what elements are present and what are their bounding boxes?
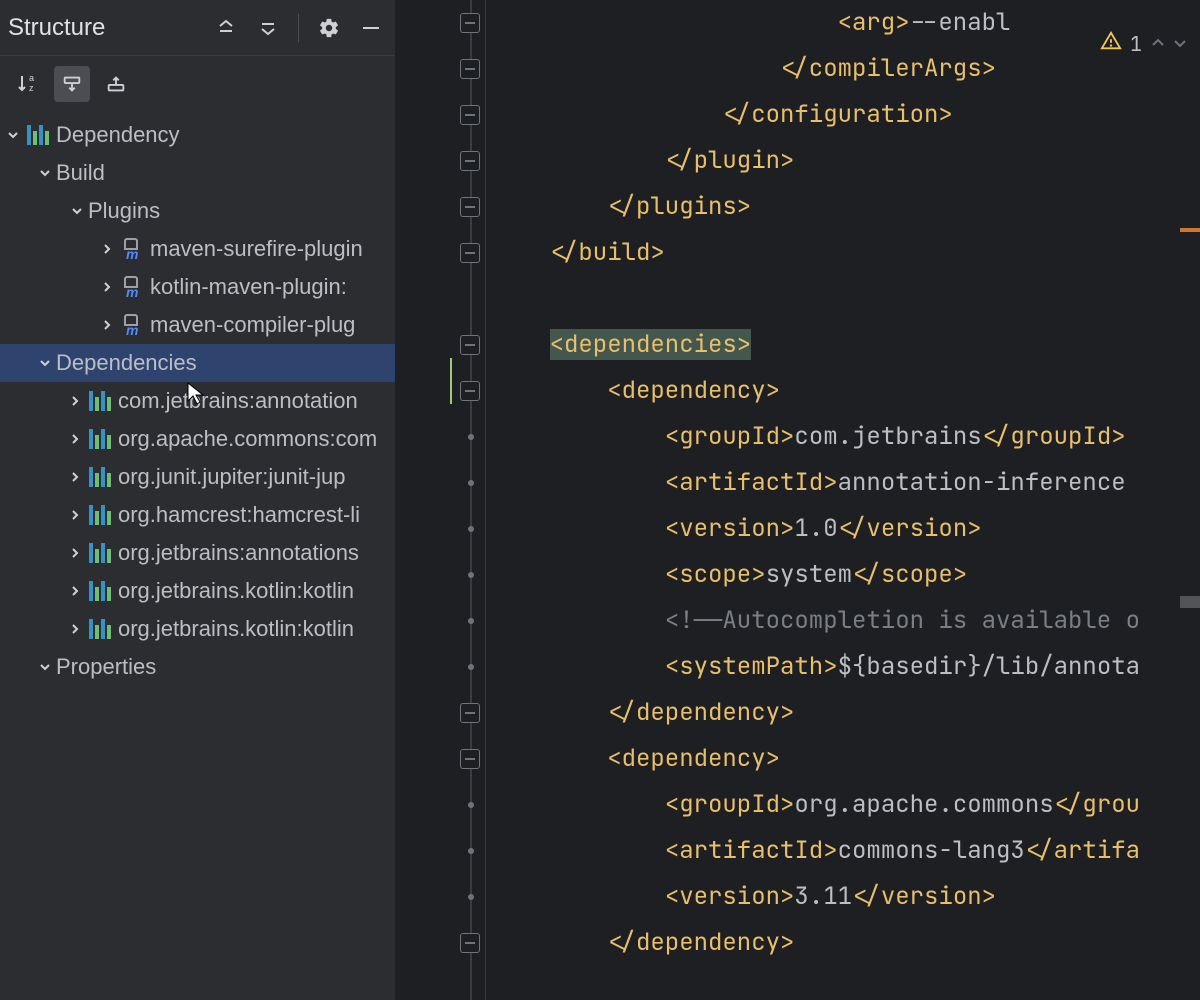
tree-node-dep-kotlin-2[interactable]: org.jetbrains.kotlin:kotlin <box>0 610 395 648</box>
code-line: <groupId>org.apache.commons</grou <box>486 782 1200 828</box>
gear-icon[interactable] <box>317 16 341 40</box>
tree-node-dep-jetbrains-annotation[interactable]: com.jetbrains:annotation <box>0 382 395 420</box>
tree-node-plugin-kotlin[interactable]: m kotlin-maven-plugin: <box>0 268 395 306</box>
scrollbar-caret-marker[interactable] <box>1180 596 1200 608</box>
code-line: </dependency> <box>486 920 1200 966</box>
expand-all-icon[interactable] <box>214 16 238 40</box>
tree-node-plugins[interactable]: Plugins <box>0 192 395 230</box>
bars-icon <box>86 581 114 601</box>
code-line: </build> <box>486 230 1200 276</box>
bars-icon <box>86 543 114 563</box>
maven-plugin-icon: m <box>118 276 146 298</box>
fold-icon[interactable] <box>460 13 480 33</box>
code-line: </compilerArgs> <box>486 46 1200 92</box>
fold-icon[interactable] <box>460 933 480 953</box>
structure-tree: Dependency Build Plugins m maven-surefir… <box>0 116 395 1000</box>
tree-node-dep-apache-commons[interactable]: org.apache.commons:com <box>0 420 395 458</box>
tree-node-properties[interactable]: Properties <box>0 648 395 686</box>
code-line: <artifactId>annotation-inference <box>486 460 1200 506</box>
bars-icon <box>86 391 114 411</box>
fold-icon[interactable] <box>460 197 480 217</box>
maven-plugin-icon: m <box>118 314 146 336</box>
structure-toolbar: az <box>0 56 395 116</box>
code-line: <dependencies> <box>486 322 1200 368</box>
bars-icon <box>86 505 114 525</box>
fold-icon[interactable] <box>460 381 480 401</box>
collapse-all-icon[interactable] <box>256 16 280 40</box>
structure-title: Structure <box>6 14 214 42</box>
code-line: </configuration> <box>486 92 1200 138</box>
warning-icon <box>1100 30 1122 58</box>
chevron-up-icon[interactable] <box>1150 31 1166 57</box>
code-line: <scope>system</scope> <box>486 552 1200 598</box>
code-line: </plugin> <box>486 138 1200 184</box>
fold-icon[interactable] <box>460 151 480 171</box>
fold-icon[interactable] <box>460 749 480 769</box>
minimize-icon[interactable] <box>359 16 383 40</box>
tree-node-plugin-compiler[interactable]: m maven-compiler-plug <box>0 306 395 344</box>
tree-node-dependency-root[interactable]: Dependency <box>0 116 395 154</box>
warning-count: 1 <box>1130 31 1142 57</box>
code-line: <dependency> <box>486 736 1200 782</box>
code-line: <groupId>com.jetbrains</groupId> <box>486 414 1200 460</box>
structure-header: Structure <box>0 0 395 56</box>
tree-node-dep-kotlin-1[interactable]: org.jetbrains.kotlin:kotlin <box>0 572 395 610</box>
autoscroll-to-source-button[interactable] <box>54 66 90 102</box>
svg-text:a: a <box>29 73 34 83</box>
code-line: <artifactId>commons-lang3</artifa <box>486 828 1200 874</box>
code-area[interactable]: <arg>--enabl </compilerArgs> </configura… <box>486 0 1200 1000</box>
code-line: <arg>--enabl <box>486 0 1200 46</box>
code-line <box>486 276 1200 322</box>
tree-node-dep-junit[interactable]: org.junit.jupiter:junit-jup <box>0 458 395 496</box>
code-line: <version>3.11</version> <box>486 874 1200 920</box>
code-line: </dependency> <box>486 690 1200 736</box>
fold-icon[interactable] <box>460 335 480 355</box>
code-line: </plugins> <box>486 184 1200 230</box>
code-editor[interactable]: <arg>--enabl </compilerArgs> </configura… <box>396 0 1200 1000</box>
autoscroll-from-source-button[interactable] <box>98 66 134 102</box>
code-line: <dependency> <box>486 368 1200 414</box>
code-line: <systemPath>${basedir}/lib/annota <box>486 644 1200 690</box>
chevron-down-icon[interactable] <box>1172 31 1188 57</box>
tree-node-build[interactable]: Build <box>0 154 395 192</box>
editor-gutter <box>396 0 486 1000</box>
bars-icon <box>86 429 114 449</box>
svg-text:z: z <box>29 83 34 93</box>
fold-icon[interactable] <box>460 105 480 125</box>
fold-icon[interactable] <box>460 59 480 79</box>
fold-icon[interactable] <box>460 243 480 263</box>
tree-node-dep-hamcrest[interactable]: org.hamcrest:hamcrest-li <box>0 496 395 534</box>
fold-icon[interactable] <box>460 703 480 723</box>
bars-icon <box>86 467 114 487</box>
tree-node-dependencies[interactable]: Dependencies <box>0 344 395 382</box>
tree-node-plugin-surefire[interactable]: m maven-surefire-plugin <box>0 230 395 268</box>
inspection-widget[interactable]: 1 <box>1100 30 1188 58</box>
bars-icon <box>24 125 52 145</box>
maven-plugin-icon: m <box>118 238 146 260</box>
structure-panel: Structure az <box>0 0 396 1000</box>
code-line: <!——Autocompletion is available o <box>486 598 1200 644</box>
code-line: <version>1.0</version> <box>486 506 1200 552</box>
bars-icon <box>86 619 114 639</box>
tree-node-dep-jetbrains-annotations2[interactable]: org.jetbrains:annotations <box>0 534 395 572</box>
scrollbar-warning-marker[interactable] <box>1180 228 1200 232</box>
sort-alpha-button[interactable]: az <box>10 66 46 102</box>
